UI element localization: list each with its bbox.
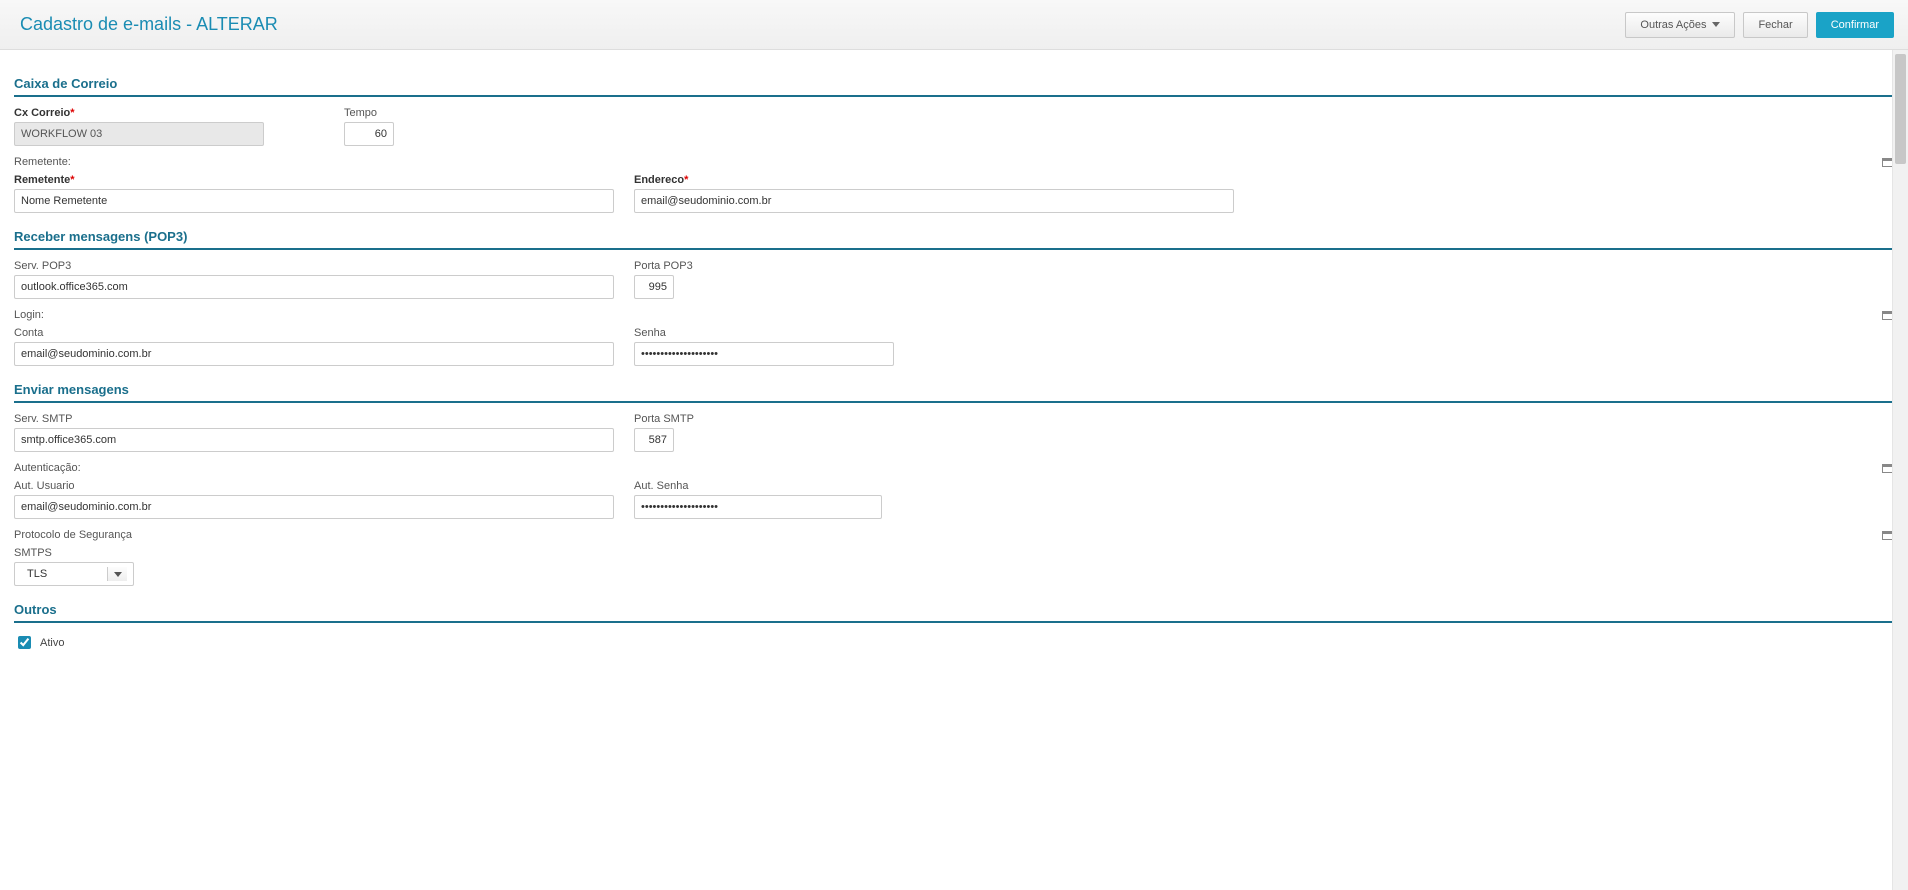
chevron-down-icon xyxy=(1712,22,1720,27)
field-serv-pop3: Serv. POP3 xyxy=(14,260,614,299)
cx-correio-label: Cx Correio* xyxy=(14,107,264,119)
row-remetente: Remetente* Endereco* xyxy=(14,174,1894,213)
auth-senha-label: Aut. Senha xyxy=(634,480,882,492)
serv-smtp-label: Serv. SMTP xyxy=(14,413,614,425)
login-subheader-label: Login: xyxy=(14,309,44,321)
section-pop3-title: Receber mensagens (POP3) xyxy=(14,223,1894,250)
field-smtps: SMTPS TLS xyxy=(14,547,134,586)
serv-pop3-label: Serv. POP3 xyxy=(14,260,614,272)
field-porta-pop3: Porta POP3 xyxy=(634,260,693,299)
field-tempo: Tempo xyxy=(344,107,394,146)
header-actions: Outras Ações Fechar Confirmar xyxy=(1625,12,1894,38)
close-button[interactable]: Fechar xyxy=(1743,12,1807,38)
close-button-label: Fechar xyxy=(1758,19,1792,31)
remetente-subheader-label: Remetente: xyxy=(14,156,71,168)
row-proto: SMTPS TLS xyxy=(14,547,1894,586)
chevron-down-icon xyxy=(114,572,122,577)
senha-input[interactable] xyxy=(634,342,894,366)
field-auth-user: Aut. Usuario xyxy=(14,480,614,519)
auth-subheader: Autenticação: xyxy=(14,462,1894,474)
conta-label: Conta xyxy=(14,327,614,339)
remetente-input[interactable] xyxy=(14,189,614,213)
smtps-select-button[interactable] xyxy=(107,567,127,581)
field-serv-smtp: Serv. SMTP xyxy=(14,413,614,452)
smtps-select[interactable]: TLS xyxy=(14,562,134,586)
ativo-label: Ativo xyxy=(40,637,64,649)
serv-smtp-input[interactable] xyxy=(14,428,614,452)
field-porta-smtp: Porta SMTP xyxy=(634,413,694,452)
cx-correio-input xyxy=(14,122,264,146)
auth-user-label: Aut. Usuario xyxy=(14,480,614,492)
field-senha: Senha xyxy=(634,327,894,366)
field-remetente: Remetente* xyxy=(14,174,614,213)
page-title: Cadastro de e-mails - ALTERAR xyxy=(20,14,278,35)
field-conta: Conta xyxy=(14,327,614,366)
row-mailbox: Cx Correio* Tempo xyxy=(14,107,1894,146)
endereco-label: Endereco* xyxy=(634,174,1234,186)
porta-pop3-input[interactable] xyxy=(634,275,674,299)
content-area: Caixa de Correio Cx Correio* Tempo Remet… xyxy=(0,50,1908,682)
section-mailbox-title: Caixa de Correio xyxy=(14,70,1894,97)
confirm-button[interactable]: Confirmar xyxy=(1816,12,1894,38)
auth-subheader-label: Autenticação: xyxy=(14,462,81,474)
section-others-title: Outros xyxy=(14,596,1894,623)
row-ativo: Ativo xyxy=(14,633,1894,652)
proto-subheader-label: Protocolo de Segurança xyxy=(14,529,132,541)
porta-smtp-label: Porta SMTP xyxy=(634,413,694,425)
other-actions-button[interactable]: Outras Ações xyxy=(1625,12,1735,38)
field-auth-senha: Aut. Senha xyxy=(634,480,882,519)
row-auth: Aut. Usuario Aut. Senha xyxy=(14,480,1894,519)
header-bar: Cadastro de e-mails - ALTERAR Outras Açõ… xyxy=(0,0,1908,50)
row-login: Conta Senha xyxy=(14,327,1894,366)
section-send-title: Enviar mensagens xyxy=(14,376,1894,403)
auth-senha-input[interactable] xyxy=(634,495,882,519)
endereco-input[interactable] xyxy=(634,189,1234,213)
tempo-input[interactable] xyxy=(344,122,394,146)
ativo-checkbox[interactable] xyxy=(18,636,31,649)
field-cx-correio: Cx Correio* xyxy=(14,107,264,146)
row-pop3: Serv. POP3 Porta POP3 xyxy=(14,260,1894,299)
serv-pop3-input[interactable] xyxy=(14,275,614,299)
auth-user-input[interactable] xyxy=(14,495,614,519)
login-subheader: Login: xyxy=(14,309,1894,321)
other-actions-label: Outras Ações xyxy=(1640,19,1706,31)
scrollbar-thumb[interactable] xyxy=(1895,54,1906,164)
smtps-select-value: TLS xyxy=(21,568,53,580)
scrollbar[interactable] xyxy=(1892,50,1908,890)
remetente-subheader: Remetente: xyxy=(14,156,1894,168)
porta-smtp-input[interactable] xyxy=(634,428,674,452)
proto-subheader: Protocolo de Segurança xyxy=(14,529,1894,541)
conta-input[interactable] xyxy=(14,342,614,366)
tempo-label: Tempo xyxy=(344,107,394,119)
smtps-label: SMTPS xyxy=(14,547,134,559)
porta-pop3-label: Porta POP3 xyxy=(634,260,693,272)
senha-label: Senha xyxy=(634,327,894,339)
field-endereco: Endereco* xyxy=(634,174,1234,213)
row-smtp: Serv. SMTP Porta SMTP xyxy=(14,413,1894,452)
confirm-button-label: Confirmar xyxy=(1831,19,1879,31)
remetente-label: Remetente* xyxy=(14,174,614,186)
